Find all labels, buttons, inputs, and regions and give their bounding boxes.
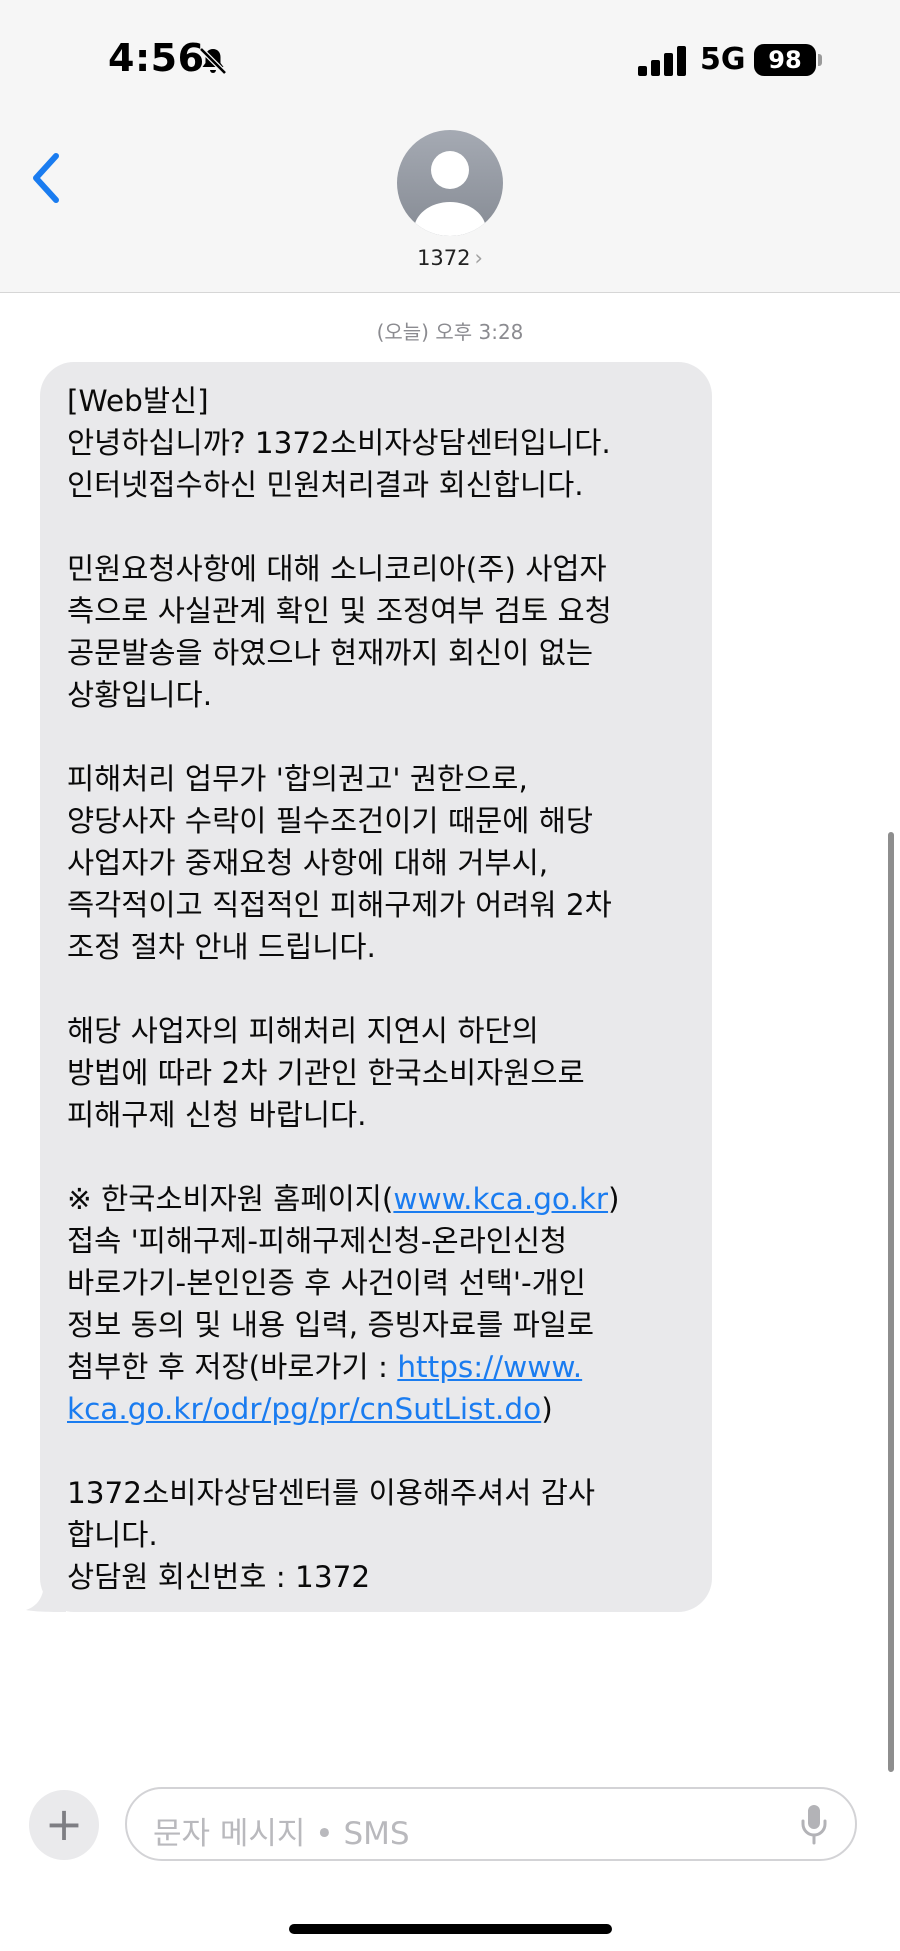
conversation-header: 4:56 5G 98 1372 › (0, 0, 900, 293)
message-line: 상담원 회신번호 : 1372 (67, 1560, 371, 1594)
contact-name[interactable]: 1372 › (0, 246, 900, 270)
kca-homepage-link[interactable]: www.kca.go.kr (393, 1182, 608, 1216)
bell-slash-icon (199, 47, 227, 75)
message-line: 바로가기-본인인증 후 사건이력 선택'-개인 (67, 1266, 586, 1300)
network-type: 5G (700, 42, 746, 77)
battery-indicator: 98 (754, 44, 816, 76)
message-line: 해당 사업자의 피해처리 지연시 하단의 (67, 1014, 539, 1048)
cellular-signal-icon (638, 44, 686, 76)
message-line: 조정 절차 안내 드립니다. (67, 930, 376, 964)
message-line-with-link: ※ 한국소비자원 홈페이지(www.kca.go.kr) (67, 1178, 686, 1220)
kca-apply-link[interactable]: https://www. (397, 1350, 582, 1384)
message-line: 양당사자 수락이 필수조건이기 때문에 해당 (67, 804, 594, 838)
message-body-part1: [Web발신] 안녕하십니까? 1372소비자상담센터입니다. 인터넷접수하신 민원… (67, 380, 686, 1178)
link-prefix: 첨부한 후 저장(바로가기 : (67, 1350, 398, 1384)
message-line-with-link: 첨부한 후 저장(바로가기 : https://www. (67, 1346, 686, 1388)
message-line: 상황입니다. (67, 678, 213, 712)
message-line: 공문발송을 하였으나 현재까지 회신이 없는 (67, 636, 594, 670)
message-line: [Web발신] (67, 384, 209, 418)
message-line: 안녕하십니까? 1372소비자상담센터입니다. (67, 426, 611, 460)
message-line: 인터넷접수하신 민원처리결과 회신합니다. (67, 468, 584, 502)
chevron-right-icon: › (474, 246, 483, 270)
kca-apply-link-cont[interactable]: kca.go.kr/odr/pg/pr/cnSutList.do (67, 1392, 541, 1426)
message-line: 접속 '피해구제-피해구제신청-온라인신청 (67, 1224, 568, 1258)
message-line: 1372소비자상담센터를 이용해주셔서 감사 (67, 1476, 596, 1510)
message-body-part2: 접속 '피해구제-피해구제신청-온라인신청바로가기-본인인증 후 사건이력 선택… (67, 1220, 686, 1346)
message-line: 합니다. (67, 1518, 158, 1552)
message-line: 피해구제 신청 바랍니다. (67, 1098, 367, 1132)
add-attachment-button[interactable]: + (29, 1790, 99, 1860)
message-input[interactable]: 문자 메시지 • SMS (125, 1787, 857, 1861)
message-line: 민원요청사항에 대해 소니코리아(주) 사업자 (67, 552, 607, 586)
message-line-with-link: kca.go.kr/odr/pg/pr/cnSutList.do) (67, 1388, 686, 1430)
message-body-part3: 1372소비자상담센터를 이용해주셔서 감사합니다. 상담원 회신번호 : 137… (67, 1430, 686, 1598)
link-prefix: ※ 한국소비자원 홈페이지( (67, 1182, 394, 1216)
chevron-left-icon[interactable] (28, 150, 64, 206)
message-timestamp: (오늘) 오후 3:28 (376, 320, 524, 344)
message-line: 피해처리 업무가 '합의권고' 권한으로, (67, 762, 528, 796)
message-line: 정보 동의 및 내용 입력, 증빙자료를 파일로 (67, 1308, 595, 1342)
avatar-silhouette (414, 151, 486, 236)
contact-label: 1372 (417, 246, 471, 270)
link-suffix: ) (541, 1392, 553, 1426)
message-input-placeholder: 문자 메시지 • SMS (153, 1816, 410, 1852)
message-line: 즉각적이고 직접적인 피해구제가 어려워 2차 (67, 888, 612, 922)
home-indicator[interactable] (289, 1924, 612, 1934)
scrollbar[interactable] (888, 832, 894, 1772)
message-line: 방법에 따라 2차 기관인 한국소비자원으로 (67, 1056, 585, 1090)
received-message-bubble[interactable]: [Web발신] 안녕하십니까? 1372소비자상담센터입니다. 인터넷접수하신 민원… (40, 362, 712, 1612)
person-icon[interactable] (397, 130, 503, 236)
message-line: 사업자가 중재요청 사항에 대해 거부시, (67, 846, 549, 880)
message-line: 측으로 사실관계 확인 및 조정여부 검토 요청 (67, 594, 612, 628)
status-time: 4:56 (108, 36, 205, 80)
microphone-icon[interactable] (799, 1803, 829, 1847)
link-suffix: ) (608, 1182, 620, 1216)
battery-cap (818, 54, 822, 66)
